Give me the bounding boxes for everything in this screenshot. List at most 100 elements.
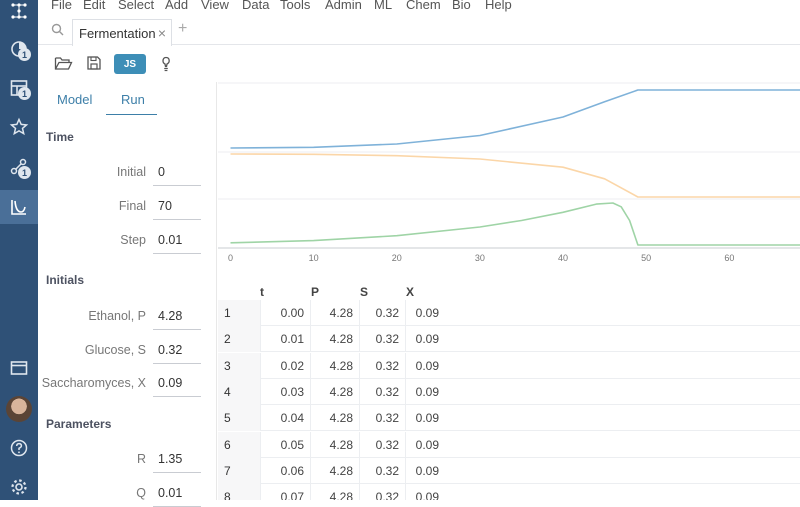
col-header-p[interactable]: P: [311, 285, 319, 299]
glucose-input[interactable]: 0.32: [153, 343, 201, 364]
tab-fermentation[interactable]: Fermentation ×: [72, 19, 172, 46]
menu-chem[interactable]: Chem: [406, 0, 441, 12]
step-input[interactable]: 0.01: [153, 233, 201, 254]
table-cell[interactable]: 0.32: [359, 432, 405, 458]
table-cell[interactable]: 0.06: [260, 458, 310, 484]
q-input[interactable]: 0.01: [153, 486, 201, 507]
favorites-star-icon[interactable]: [0, 110, 38, 144]
tab-run[interactable]: Run: [121, 92, 145, 107]
table-cell[interactable]: 0.09: [405, 432, 445, 458]
table-row[interactable]: 40.034.280.320.09: [218, 379, 800, 405]
table-cell[interactable]: 0.32: [359, 484, 405, 500]
table-cell[interactable]: 0.07: [260, 484, 310, 500]
browse-icon[interactable]: 1: [0, 32, 38, 66]
menu-add[interactable]: Add: [165, 0, 188, 12]
menu-admin[interactable]: Admin: [325, 0, 362, 12]
step-label: Step: [120, 233, 146, 247]
table-cell[interactable]: 4.28: [310, 326, 359, 352]
table-row[interactable]: 70.064.280.320.09: [218, 458, 800, 484]
table-cell[interactable]: 0.09: [405, 379, 445, 405]
results-grid: t P S X 10.004.280.320.0920.014.280.320.…: [218, 283, 800, 500]
run-form-panel: Model Run Time Initial 0 Final 70 Step 0…: [38, 82, 217, 500]
table-cell[interactable]: 4.28: [310, 300, 359, 326]
menu-file[interactable]: File: [51, 0, 72, 12]
table-cell[interactable]: 0.00: [260, 300, 310, 326]
table-cell[interactable]: 0.32: [359, 300, 405, 326]
tables-icon[interactable]: 1: [0, 71, 38, 105]
row-number[interactable]: 6: [218, 432, 260, 458]
table-cell[interactable]: 0.32: [359, 353, 405, 379]
table-cell[interactable]: 0.32: [359, 326, 405, 352]
final-input[interactable]: 70: [153, 199, 201, 220]
table-row[interactable]: 20.014.280.320.09: [218, 326, 800, 352]
r-input[interactable]: 1.35: [153, 452, 201, 473]
help-bulb-icon[interactable]: [159, 55, 173, 76]
saccharomyces-input[interactable]: 0.09: [153, 376, 201, 397]
table-cell[interactable]: 4.28: [310, 432, 359, 458]
table-cell[interactable]: 0.32: [359, 379, 405, 405]
initial-input[interactable]: 0: [153, 165, 201, 186]
app-logo-icon[interactable]: [0, 0, 38, 28]
search-icon[interactable]: [51, 23, 64, 39]
saccharomyces-label: Saccharomyces, X: [42, 376, 146, 390]
col-header-x[interactable]: X: [406, 285, 414, 299]
save-icon[interactable]: [86, 55, 102, 74]
table-cell[interactable]: 4.28: [310, 379, 359, 405]
table-cell[interactable]: 0.09: [405, 300, 445, 326]
table-cell[interactable]: 4.28: [310, 405, 359, 431]
connections-icon[interactable]: 1: [0, 150, 38, 184]
menu-data[interactable]: Data: [242, 0, 269, 12]
help-icon[interactable]: [0, 431, 38, 465]
menu-view[interactable]: View: [201, 0, 229, 12]
table-cell[interactable]: 0.09: [405, 353, 445, 379]
table-row[interactable]: 10.004.280.320.09: [218, 300, 800, 326]
row-number[interactable]: 7: [218, 458, 260, 484]
table-cell[interactable]: 4.28: [310, 353, 359, 379]
col-header-s[interactable]: S: [360, 285, 368, 299]
table-cell[interactable]: 0.03: [260, 379, 310, 405]
table-cell[interactable]: 0.09: [405, 484, 445, 500]
table-cell[interactable]: 0.05: [260, 432, 310, 458]
row-number[interactable]: 4: [218, 379, 260, 405]
table-cell[interactable]: 4.28: [310, 484, 359, 500]
table-cell[interactable]: 0.04: [260, 405, 310, 431]
open-folder-icon[interactable]: [54, 55, 73, 75]
row-number[interactable]: 2: [218, 326, 260, 352]
window-icon[interactable]: [0, 351, 38, 385]
table-cell[interactable]: 0.02: [260, 353, 310, 379]
menu-tools[interactable]: Tools: [280, 0, 310, 12]
table-row[interactable]: 60.054.280.320.09: [218, 432, 800, 458]
table-row[interactable]: 50.044.280.320.09: [218, 405, 800, 431]
row-number[interactable]: 5: [218, 405, 260, 431]
user-avatar[interactable]: [6, 396, 32, 422]
tick-layer: 010203040506070: [228, 253, 800, 263]
table-row[interactable]: 30.024.280.320.09: [218, 353, 800, 379]
table-cell[interactable]: 0.32: [359, 405, 405, 431]
menu-select[interactable]: Select: [118, 0, 154, 12]
add-tab-icon[interactable]: +: [178, 20, 187, 38]
tab-model[interactable]: Model: [57, 92, 92, 107]
table-cell[interactable]: 0.09: [405, 326, 445, 352]
js-button[interactable]: JS: [114, 54, 146, 74]
compute-icon[interactable]: [0, 190, 38, 224]
menu-ml[interactable]: ML: [374, 0, 392, 12]
menu-help[interactable]: Help: [485, 0, 512, 12]
menu-bio[interactable]: Bio: [452, 0, 471, 12]
table-cell[interactable]: 0.09: [405, 405, 445, 431]
col-header-t[interactable]: t: [260, 285, 264, 299]
row-number[interactable]: 3: [218, 353, 260, 379]
row-number[interactable]: 8: [218, 484, 260, 500]
ethanol-input[interactable]: 4.28: [153, 309, 201, 330]
table-cell[interactable]: 4.28: [310, 458, 359, 484]
x-tick-label: 60: [724, 253, 734, 263]
table-row[interactable]: 80.074.280.320.09: [218, 484, 800, 500]
series-line-1: [231, 90, 800, 148]
initial-label: Initial: [117, 165, 146, 179]
table-cell[interactable]: 0.01: [260, 326, 310, 352]
row-number[interactable]: 1: [218, 300, 260, 326]
tab-close-icon[interactable]: ×: [158, 25, 166, 41]
settings-gear-icon[interactable]: [0, 470, 38, 504]
table-cell[interactable]: 0.09: [405, 458, 445, 484]
table-cell[interactable]: 0.32: [359, 458, 405, 484]
menu-edit[interactable]: Edit: [83, 0, 105, 12]
